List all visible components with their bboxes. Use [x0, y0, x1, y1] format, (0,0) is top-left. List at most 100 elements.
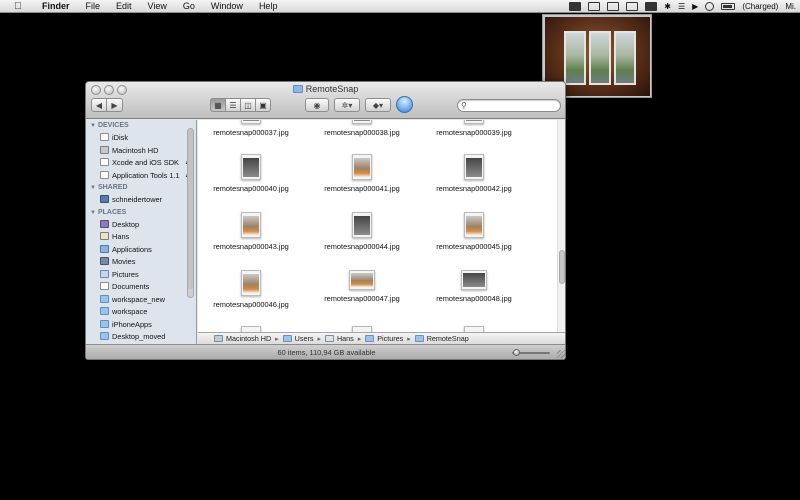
path-separator-icon: ▸ — [275, 335, 279, 343]
idisk-icon[interactable] — [396, 96, 413, 113]
back-button[interactable]: ◀ — [91, 98, 107, 112]
action-menu-button[interactable]: ✲▾ — [334, 98, 360, 112]
file-name: remotesnap000043.jpg — [213, 242, 289, 251]
quicklook-button[interactable]: ◉ — [305, 98, 329, 112]
menu-edit[interactable]: Edit — [108, 0, 140, 13]
menu-help[interactable]: Help — [251, 0, 286, 13]
sidebar-section-shared[interactable]: ▼ SHARED — [86, 182, 196, 194]
path-item-label: Users — [294, 334, 314, 343]
bluetooth-icon[interactable]: ✱ — [664, 2, 671, 11]
sidebar-section-title: SHARED — [97, 184, 128, 191]
vertical-scrollbar[interactable] — [557, 120, 565, 332]
disclosure-triangle-icon[interactable]: ▼ — [90, 185, 96, 191]
sidebar-item-desktop[interactable]: Desktop — [86, 219, 196, 232]
menu-view[interactable]: View — [140, 0, 175, 13]
file-item[interactable]: remotesnap000045.jpg — [419, 212, 529, 251]
image-thumbnail-icon — [464, 212, 484, 238]
clock-icon[interactable] — [705, 2, 715, 11]
icon-view-button[interactable]: ▦ — [210, 98, 226, 112]
sidebar-item-label: workspace_new — [112, 294, 165, 304]
net-icon — [100, 195, 109, 203]
finder-window: RemoteSnap ◀ ▶ ▦ ☰ ◫ ▣ ◉ ✲▾ ◆▾ ⚲ ▼ DEVICE… — [85, 81, 566, 360]
menu-file[interactable]: File — [78, 0, 109, 13]
path-item[interactable]: Pictures — [365, 334, 403, 343]
icon-size-slider[interactable] — [508, 349, 550, 356]
path-item[interactable]: RemoteSnap — [414, 334, 469, 343]
scrollbar-thumb[interactable] — [188, 129, 193, 289]
file-item[interactable]: remotesnap000048.jpg — [419, 270, 529, 303]
slider-knob[interactable] — [513, 349, 520, 356]
sidebar: ▼ DEVICES iDisk Macintosh HD Xcode and iOS S… — [86, 120, 197, 346]
image-thumbnail-icon — [352, 212, 372, 238]
file-item[interactable]: remotesnap000043.jpg — [198, 212, 306, 251]
sidebar-item-workspace[interactable]: workspace — [86, 306, 196, 319]
sidebar-item-pictures[interactable]: Pictures — [86, 269, 196, 282]
sidebar-item-label: iPhoneApps — [112, 319, 152, 329]
sidebar-item-application-tools-1-1[interactable]: Application Tools 1.1⏏ — [86, 170, 196, 183]
battery-icon[interactable] — [721, 3, 736, 10]
window-pane — [589, 31, 611, 85]
sidebar-item-documents[interactable]: Documents — [86, 281, 196, 294]
disclosure-triangle-icon[interactable]: ▼ — [90, 210, 96, 216]
coverflow-view-button[interactable]: ▣ — [255, 98, 271, 112]
wifi-icon[interactable]: ☰ — [678, 2, 685, 11]
forward-button[interactable]: ▶ — [106, 98, 123, 112]
column-view-button[interactable]: ◫ — [240, 98, 256, 112]
search-input[interactable]: ⚲ — [457, 99, 561, 112]
sidebar-section-devices[interactable]: ▼ DEVICES — [86, 120, 196, 132]
sidebar-item-idisk[interactable]: iDisk — [86, 132, 196, 145]
resize-grip[interactable] — [557, 350, 565, 358]
path-item-label: Macintosh HD — [226, 334, 272, 343]
sidebar-item-xcode-and-ios-sdk[interactable]: Xcode and iOS SDK⏏ — [86, 157, 196, 170]
file-item[interactable]: remotesnap000044.jpg — [307, 212, 417, 251]
menu-window[interactable]: Window — [203, 0, 251, 13]
display-icon[interactable] — [645, 2, 658, 11]
path-item[interactable]: Users — [282, 334, 314, 343]
volume-icon[interactable]: ▶ — [692, 2, 698, 11]
file-item[interactable]: remotesnap000041.jpg — [307, 154, 417, 193]
file-item[interactable]: remotesnap000037.jpg — [198, 120, 306, 137]
path-item[interactable]: Macintosh HD — [214, 334, 271, 343]
disk-icon — [214, 335, 223, 342]
file-item[interactable]: remotesnap000039.jpg — [419, 120, 529, 137]
window-title: RemoteSnap — [86, 84, 565, 94]
sidebar-item-iphoneapps[interactable]: iPhoneApps — [86, 319, 196, 332]
list-view-button[interactable]: ☰ — [225, 98, 241, 112]
user-menu[interactable]: Mi. — [785, 2, 796, 11]
sidebar-item-schneidertower[interactable]: schneidertower — [86, 194, 196, 207]
sidebar-item-hans[interactable]: Hans — [86, 231, 196, 244]
scrollbar-thumb[interactable] — [559, 250, 565, 284]
sidebar-item-label: Xcode and iOS SDK — [112, 158, 179, 167]
dropbox-button[interactable]: ◆▾ — [365, 98, 391, 112]
battery-status[interactable]: (Charged) — [742, 2, 778, 11]
app-icon — [100, 244, 109, 253]
file-item[interactable]: remotesnap000040.jpg — [198, 154, 306, 193]
camera-icon[interactable] — [569, 2, 582, 11]
image-thumbnail-icon — [349, 270, 375, 290]
file-item[interactable]: remotesnap000047.jpg — [307, 270, 417, 303]
title-bar[interactable]: RemoteSnap ◀ ▶ ▦ ☰ ◫ ▣ ◉ ✲▾ ◆▾ ⚲ — [86, 82, 565, 119]
sidebar-item-workspace-new[interactable]: workspace_new — [86, 294, 196, 307]
window-pane — [614, 31, 636, 85]
apple-icon[interactable]:  — [10, 1, 26, 12]
file-item[interactable]: remotesnap000042.jpg — [419, 154, 529, 193]
path-item[interactable]: Hans — [324, 334, 354, 343]
sidebar-item-desktop-moved[interactable]: Desktop_moved — [86, 331, 196, 344]
sidebar-item-applications[interactable]: Applications — [86, 244, 196, 257]
sidebar-item-macintosh-hd[interactable]: Macintosh HD — [86, 145, 196, 158]
menu-go[interactable]: Go — [175, 0, 203, 13]
menu-app-name[interactable]: Finder — [34, 0, 78, 13]
arrow-down-icon[interactable] — [607, 2, 620, 11]
path-item-label: RemoteSnap — [426, 334, 469, 343]
dropbox-icon[interactable] — [626, 2, 639, 11]
sidebar-item-label: Desktop_moved — [112, 332, 166, 341]
disclosure-triangle-icon[interactable]: ▼ — [90, 123, 96, 129]
status-bar: 60 items, 110,94 GB available — [86, 344, 565, 359]
pics-icon — [100, 269, 109, 278]
sidebar-scrollbar[interactable] — [187, 128, 194, 298]
inbox-icon[interactable] — [588, 2, 601, 11]
sidebar-item-movies[interactable]: Movies — [86, 256, 196, 269]
sidebar-section-places[interactable]: ▼ PLACES — [86, 207, 196, 219]
file-item[interactable]: remotesnap000046.jpg — [198, 270, 306, 309]
file-item[interactable]: remotesnap000038.jpg — [307, 120, 417, 137]
